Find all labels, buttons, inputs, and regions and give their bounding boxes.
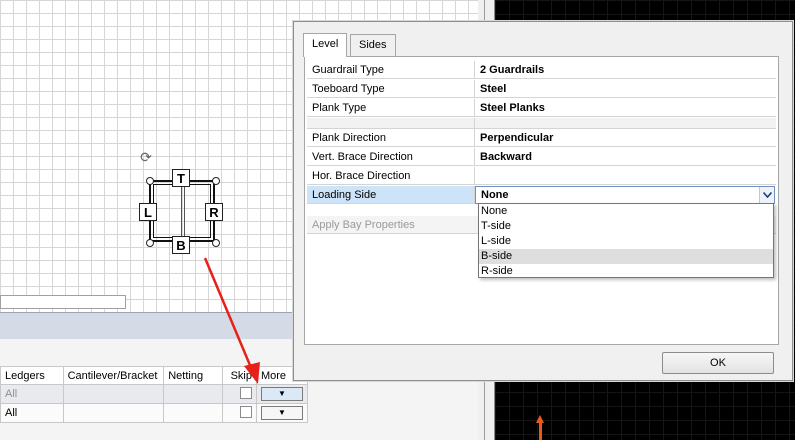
- axis-arrow-icon: [536, 415, 544, 440]
- axis-arrow-shaft: [539, 423, 542, 440]
- netting-cell[interactable]: [163, 384, 223, 404]
- more-cell: ▼: [255, 384, 309, 404]
- corner-handle[interactable]: [146, 239, 154, 247]
- bottom-side-button[interactable]: B: [172, 236, 190, 254]
- property-row-toeboard-type[interactable]: Toeboard Type Steel: [307, 80, 776, 99]
- spacer-right: [475, 118, 776, 129]
- cantilever-cell[interactable]: [62, 384, 165, 404]
- ledgers-cell[interactable]: All: [0, 384, 64, 404]
- dropdown-option-none[interactable]: None: [479, 204, 773, 219]
- property-spacer: [307, 118, 776, 129]
- property-label: Guardrail Type: [307, 61, 475, 79]
- cantilever-cell[interactable]: [62, 403, 165, 423]
- horizontal-scrollbar[interactable]: [0, 295, 126, 309]
- dropdown-option-b-side[interactable]: B-side: [479, 249, 773, 264]
- property-value[interactable]: Perpendicular: [475, 129, 776, 147]
- dropdown-option-r-side[interactable]: R-side: [479, 264, 773, 279]
- more-dropdown-button[interactable]: ▼: [260, 387, 303, 401]
- ok-button[interactable]: OK: [662, 352, 774, 374]
- property-row-guardrail-type[interactable]: Guardrail Type 2 Guardrails: [307, 61, 776, 80]
- tab-level[interactable]: Level: [303, 33, 348, 57]
- property-row-hor-brace-direction[interactable]: Hor. Brace Direction: [307, 167, 776, 186]
- skip-checkbox[interactable]: [239, 405, 252, 418]
- property-label: Loading Side: [307, 186, 475, 204]
- more-dropdown-button[interactable]: ▼: [260, 406, 303, 420]
- right-side-button[interactable]: R: [205, 203, 223, 221]
- column-header-cantilever[interactable]: Cantilever/Bracket: [62, 366, 165, 385]
- property-value[interactable]: 2 Guardrails: [475, 61, 776, 79]
- bay-settings-dialog: Level Sides Guardrail Type 2 Guardrails …: [293, 21, 793, 381]
- skip-cell: [221, 384, 257, 404]
- loading-side-value: None: [481, 189, 509, 201]
- property-row-plank-type[interactable]: Plank Type Steel Planks: [307, 99, 776, 118]
- column-header-netting[interactable]: Netting: [163, 366, 223, 385]
- bay-frame-inner: [153, 184, 211, 238]
- ledgers-cell[interactable]: All: [0, 403, 64, 423]
- rotate-handle-icon[interactable]: ⟳: [139, 150, 153, 164]
- corner-handle[interactable]: [212, 177, 220, 185]
- tab-sides[interactable]: Sides: [350, 34, 396, 56]
- chevron-down-icon[interactable]: [759, 187, 774, 203]
- axis-arrow-head: [536, 415, 544, 423]
- more-cell: ▼: [255, 403, 309, 423]
- property-value[interactable]: Steel: [475, 80, 776, 98]
- bay-plan[interactable]: T L R B: [139, 169, 223, 254]
- property-label: Vert. Brace Direction: [307, 148, 475, 166]
- top-side-button[interactable]: T: [172, 169, 190, 187]
- corner-handle[interactable]: [212, 239, 220, 247]
- property-label: Plank Direction: [307, 129, 475, 147]
- spacer-left: [307, 118, 475, 129]
- dropdown-option-t-side[interactable]: T-side: [479, 219, 773, 234]
- left-side-button[interactable]: L: [139, 203, 157, 221]
- column-header-ledgers[interactable]: Ledgers: [0, 366, 64, 385]
- table-row[interactable]: All ▼: [0, 384, 309, 404]
- property-label: Plank Type: [307, 99, 475, 117]
- dropdown-option-l-side[interactable]: L-side: [479, 234, 773, 249]
- bay-properties-table: Ledgers Cantilever/Bracket Netting Skip …: [0, 366, 309, 423]
- property-value[interactable]: Backward: [475, 148, 776, 166]
- netting-cell[interactable]: [163, 403, 223, 423]
- property-value[interactable]: Steel Planks: [475, 99, 776, 117]
- property-row-plank-direction[interactable]: Plank Direction Perpendicular: [307, 129, 776, 148]
- property-label: Hor. Brace Direction: [307, 167, 475, 185]
- corner-handle[interactable]: [146, 177, 154, 185]
- property-label: Apply Bay Properties: [307, 216, 475, 234]
- property-label: Toeboard Type: [307, 80, 475, 98]
- skip-checkbox[interactable]: [239, 386, 252, 399]
- level-tab-panel: Guardrail Type 2 Guardrails Toeboard Typ…: [304, 56, 779, 345]
- column-header-skip[interactable]: Skip: [221, 366, 257, 385]
- property-value[interactable]: [475, 167, 776, 185]
- bay-divider: [181, 187, 182, 237]
- loading-side-combobox[interactable]: None: [475, 186, 775, 204]
- bay-divider: [184, 187, 185, 237]
- skip-cell: [221, 403, 257, 423]
- property-row-vert-brace-direction[interactable]: Vert. Brace Direction Backward: [307, 148, 776, 167]
- loading-side-dropdown-list: None T-side L-side B-side R-side: [478, 203, 774, 278]
- table-row[interactable]: All ▼: [0, 403, 309, 423]
